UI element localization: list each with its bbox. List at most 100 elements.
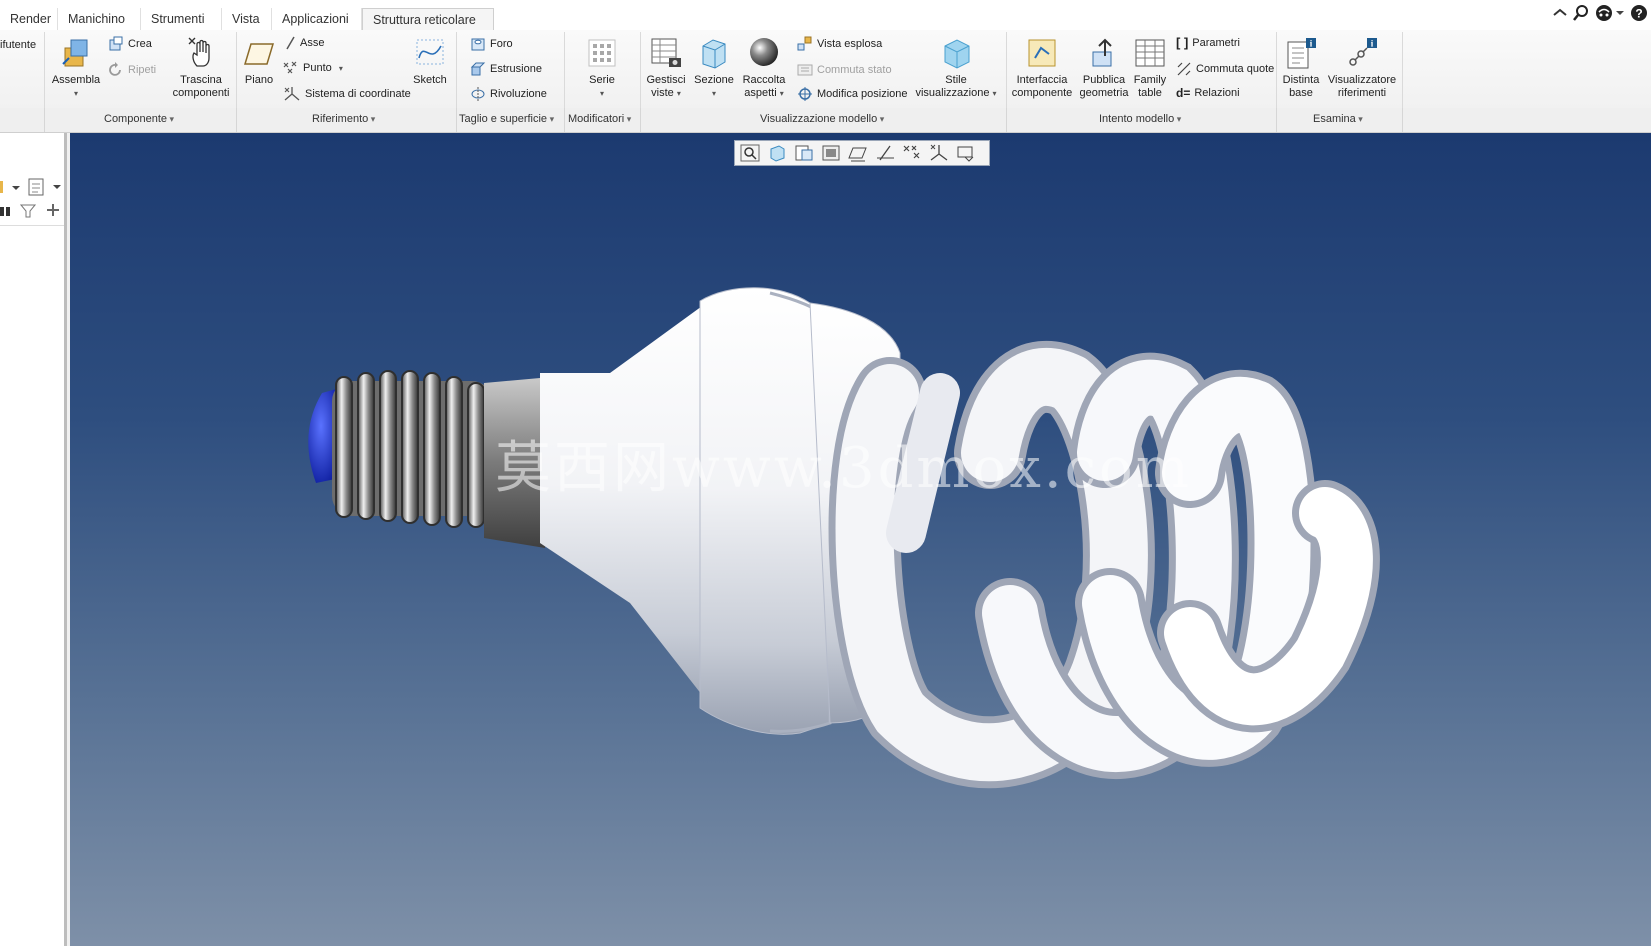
serie-label: Serie	[589, 74, 615, 86]
commuta-quote-button[interactable]: Commuta quote	[1176, 61, 1274, 77]
community-icon[interactable]	[1595, 4, 1613, 22]
hole-icon	[471, 38, 485, 51]
datum-points-icon[interactable]	[901, 143, 923, 163]
datum-axes-icon[interactable]	[874, 143, 896, 163]
sistema-coordinate-button[interactable]: Sistema di coordinate	[283, 86, 411, 102]
modifica-posizione-button[interactable]: Modifica posizione	[797, 86, 908, 102]
family-table-button[interactable]: Family table	[1132, 36, 1168, 100]
refit-icon[interactable]	[739, 143, 761, 163]
csys-icon[interactable]	[928, 143, 950, 163]
help-icon[interactable]: ?	[1630, 4, 1648, 22]
gestisci-viste-button[interactable]: Gestisci viste ▾	[645, 36, 687, 100]
group-taglio-superficie[interactable]: Taglio e superficie	[459, 113, 554, 125]
tab-strumenti[interactable]: Strumenti	[141, 8, 222, 30]
trascina-label-1: Trascina	[180, 74, 222, 86]
sistema-label: Sistema di coordinate	[305, 87, 411, 100]
graphics-viewport[interactable]: 莫西网www.3dmox.com	[70, 133, 1651, 946]
chevron-down-icon: ▾	[73, 89, 78, 98]
saved-orientations-icon[interactable]	[766, 143, 788, 163]
distinta-label-1: Distinta	[1282, 74, 1320, 86]
assembla-label: Assembla	[51, 74, 101, 86]
relazioni-button[interactable]: d= Relazioni	[1176, 86, 1240, 100]
commuta-stato-label: Commuta stato	[817, 63, 892, 76]
filter-icon[interactable]	[20, 203, 36, 219]
ripeti-button[interactable]: Ripeti	[108, 62, 156, 78]
view-manager-icon[interactable]	[793, 143, 815, 163]
distinta-base-button[interactable]: i Distinta base	[1280, 36, 1322, 100]
estrusione-label: Estrusione	[490, 62, 542, 75]
ripeti-label: Ripeti	[128, 63, 157, 76]
assemble-icon	[62, 39, 88, 67]
pubblica-label-1: Pubblica	[1082, 74, 1126, 86]
commuta-stato-button[interactable]: Commuta stato	[797, 62, 892, 78]
sketch-button[interactable]: Sketch	[408, 36, 452, 87]
estrusione-button[interactable]: Estrusione	[470, 61, 542, 77]
cfl-bulb-model	[308, 287, 1380, 789]
plane-icon	[243, 43, 275, 65]
group-visualizzazione-modello[interactable]: Visualizzazione modello	[760, 113, 884, 125]
family-label-1: Family	[1133, 74, 1167, 86]
group-separator	[1006, 108, 1007, 132]
ballast-cone	[540, 293, 720, 718]
trascina-componenti-button[interactable]: Trascina componenti	[168, 36, 234, 100]
tab-manichino[interactable]: Manichino	[58, 8, 141, 30]
stile-label-1: Stile	[945, 74, 967, 86]
interfaccia-componente-button[interactable]: Interfaccia componente	[1010, 36, 1074, 100]
ribbon-separator	[1276, 32, 1277, 108]
stile-visualizzazione-button[interactable]: Stile visualizzazione ▾	[912, 36, 1000, 100]
rivoluzione-button[interactable]: Rivoluzione	[470, 86, 547, 102]
display-style-icon	[944, 39, 970, 69]
sezione-button[interactable]: Sezione ▾	[692, 36, 736, 100]
sketch-label: Sketch	[413, 74, 447, 86]
visualizzatore-riferimenti-button[interactable]: i Visualizzatore riferimenti	[1326, 36, 1398, 100]
annotations-icon[interactable]	[955, 143, 977, 163]
edit-position-icon	[798, 87, 812, 101]
model-tree-panel	[0, 133, 67, 946]
asse-button[interactable]: Asse	[284, 36, 324, 50]
vista-esplosa-button[interactable]: Vista esplosa	[797, 36, 882, 52]
piano-button[interactable]: Piano	[240, 36, 278, 87]
display-style-icon[interactable]	[820, 143, 842, 163]
punto-button[interactable]: Punto ▾	[283, 61, 343, 76]
pubblica-geometria-button[interactable]: Pubblica geometria	[1078, 36, 1130, 100]
toggle-state-icon	[797, 64, 813, 76]
tab-struttura-reticolare[interactable]: Struttura reticolare	[362, 8, 494, 30]
ribbon-separator	[236, 32, 237, 108]
tab-vista[interactable]: Vista	[222, 8, 272, 30]
group-riferimento[interactable]: Riferimento	[312, 113, 375, 125]
relazioni-label: Relazioni	[1194, 87, 1240, 99]
collapse-ribbon-icon[interactable]	[1551, 4, 1569, 22]
tab-applicazioni[interactable]: Applicazioni	[272, 8, 362, 30]
commuta-quote-label: Commuta quote	[1196, 62, 1275, 75]
show-menu-icon[interactable]	[28, 178, 64, 196]
crea-button[interactable]: Crea	[108, 36, 152, 52]
add-icon[interactable]	[46, 203, 60, 217]
chevron-down-icon[interactable]	[1615, 4, 1625, 22]
assembla-button[interactable]: Assembla ▾	[50, 36, 102, 100]
chevron-down-icon: ▾	[992, 89, 997, 98]
foro-button[interactable]: Foro	[470, 36, 513, 52]
trascina-label-2: componenti	[172, 87, 230, 99]
group-esamina[interactable]: Esamina	[1313, 113, 1363, 125]
raccolta-aspetti-button[interactable]: Raccolta aspetti ▾	[740, 36, 788, 100]
stile-label-2: visualizzazione	[915, 87, 990, 99]
modifica-posizione-label: Modifica posizione	[817, 87, 908, 100]
group-separator	[1276, 108, 1277, 132]
search-icon[interactable]	[1572, 4, 1590, 22]
group-componente[interactable]: Componente	[104, 113, 174, 125]
repeat-icon	[109, 62, 121, 76]
model-tree-icon[interactable]	[0, 179, 24, 195]
gestisci-label-1: Gestisci	[646, 74, 686, 86]
chevron-down-icon: ▾	[676, 89, 681, 98]
group-intento-modello[interactable]: Intento modello	[1099, 113, 1181, 125]
group-modificatori[interactable]: Modificatori	[568, 113, 631, 125]
gestisci-label-2: viste	[651, 87, 674, 99]
datum-planes-icon[interactable]	[847, 143, 869, 163]
tab-render[interactable]: Render	[0, 8, 58, 30]
ribbon-separator	[640, 32, 641, 108]
user-interface-label[interactable]: ifutente	[0, 38, 36, 52]
revolve-icon	[471, 87, 485, 101]
binoculars-icon[interactable]	[0, 203, 12, 219]
serie-button[interactable]: Serie ▾	[582, 36, 622, 100]
parametri-button[interactable]: [ ] Parametri	[1176, 36, 1240, 50]
